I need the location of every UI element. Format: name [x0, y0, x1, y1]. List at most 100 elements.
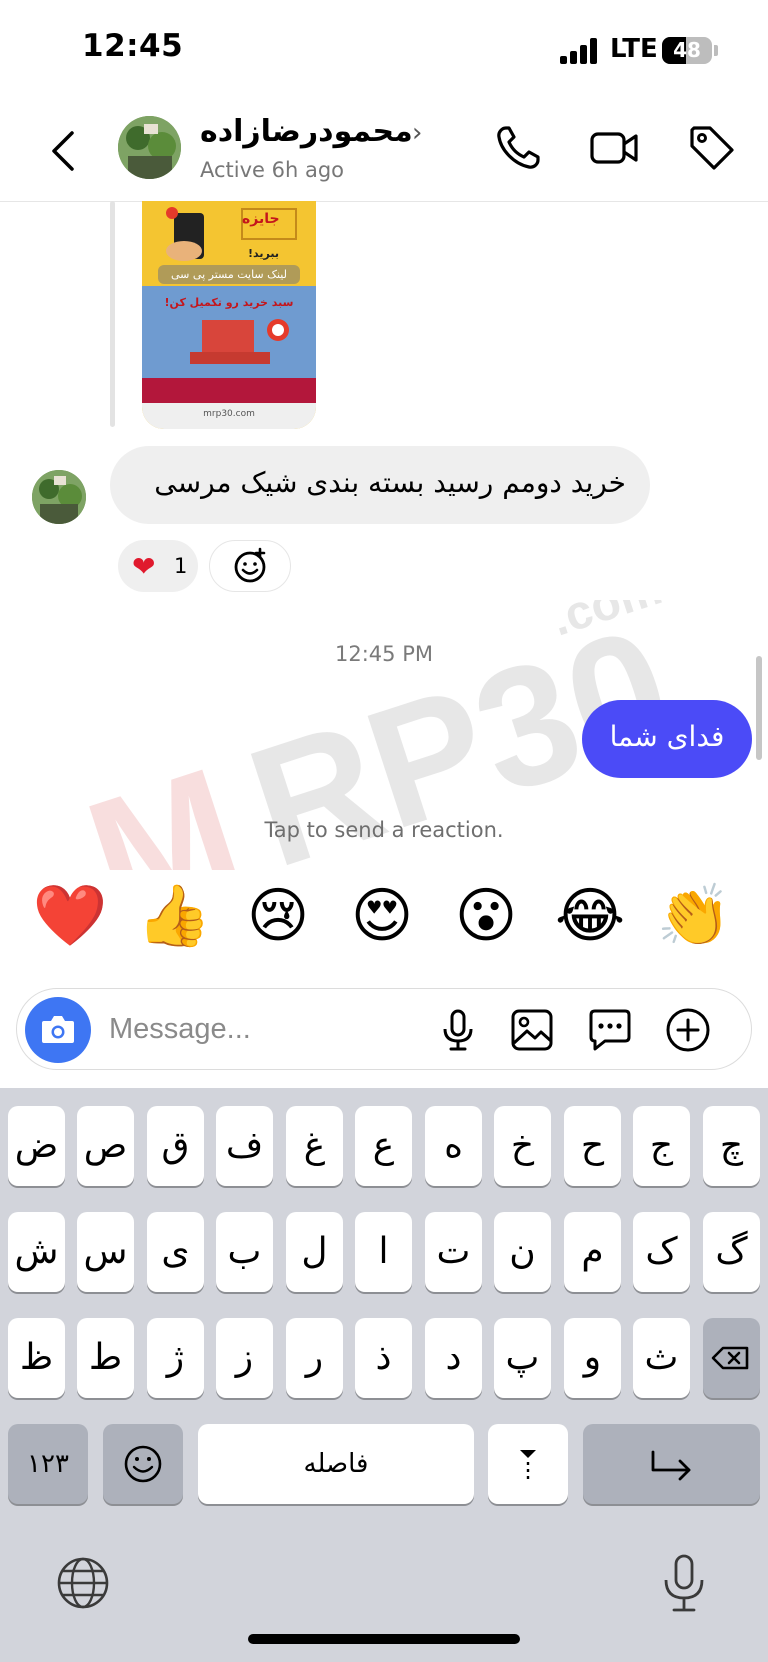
- shared-image-banner: جایزه ببرید! لینک سایت مستر پی سی: [142, 201, 316, 286]
- key[interactable]: ز: [216, 1318, 273, 1398]
- chat-header: محمودرضازاده › Active 6h ago: [0, 100, 768, 202]
- key[interactable]: و: [564, 1318, 621, 1398]
- battery-tip: [714, 45, 718, 56]
- key[interactable]: س: [77, 1212, 134, 1292]
- key[interactable]: پ: [494, 1318, 551, 1398]
- return-icon: [651, 1450, 691, 1481]
- key[interactable]: ا: [355, 1212, 412, 1292]
- contact-avatar[interactable]: [118, 116, 181, 179]
- globe-icon: [57, 1557, 109, 1609]
- message-input[interactable]: [109, 1001, 409, 1057]
- voice-message-button[interactable]: [435, 1007, 481, 1053]
- emoji-key[interactable]: [103, 1424, 183, 1504]
- backspace-icon: [711, 1346, 749, 1370]
- key[interactable]: ب: [216, 1212, 273, 1292]
- add-emoji-icon: [234, 547, 266, 583]
- numbers-key[interactable]: ۱۲۳: [8, 1424, 88, 1504]
- zwnj-icon: [520, 1450, 536, 1482]
- thumbs-up-reaction-button[interactable]: 👍: [134, 876, 214, 956]
- zwnj-key[interactable]: [488, 1424, 568, 1504]
- contact-name[interactable]: محمودرضازاده: [200, 114, 413, 149]
- video-call-button[interactable]: [588, 122, 640, 174]
- message-timestamp: 12:45 PM: [335, 642, 433, 666]
- key[interactable]: خ: [494, 1106, 551, 1186]
- laughing-reaction-button[interactable]: 😂: [550, 876, 630, 956]
- globe-key[interactable]: [54, 1554, 112, 1612]
- active-status: Active 6h ago: [200, 158, 345, 182]
- shared-image-url: mrp30.com: [142, 403, 316, 429]
- key[interactable]: ک: [633, 1212, 690, 1292]
- clapping-reaction-button[interactable]: 👏: [654, 876, 734, 956]
- heart-reaction-button[interactable]: ❤️: [30, 876, 110, 956]
- reaction-pill[interactable]: ❤ 1: [118, 540, 198, 592]
- key[interactable]: ح: [564, 1106, 621, 1186]
- key[interactable]: ج: [633, 1106, 690, 1186]
- microphone-icon: [664, 1554, 704, 1612]
- shared-post-image[interactable]: جایزه ببرید! لینک سایت مستر پی سی سبد خر…: [142, 201, 316, 429]
- prize-subtitle: ببرید!: [248, 247, 279, 260]
- reply-thread-line: [110, 201, 115, 427]
- key[interactable]: ع: [355, 1106, 412, 1186]
- key[interactable]: ه: [425, 1106, 482, 1186]
- key[interactable]: ن: [494, 1212, 551, 1292]
- key[interactable]: ت: [425, 1212, 482, 1292]
- heart-reaction-icon: ❤: [132, 550, 156, 583]
- key[interactable]: ل: [286, 1212, 343, 1292]
- outgoing-message-text: فدای شما: [609, 720, 725, 753]
- battery-level: 48: [673, 38, 701, 62]
- key[interactable]: ش: [8, 1212, 65, 1292]
- shared-image-footer: [142, 378, 316, 403]
- incoming-message-text: خرید دومم رسید بسته بندی شیک مرسی: [154, 466, 626, 499]
- space-key[interactable]: فاصله: [198, 1424, 474, 1504]
- key[interactable]: ط: [77, 1318, 134, 1398]
- heart-eyes-reaction-button[interactable]: 😍: [342, 876, 422, 956]
- sender-avatar[interactable]: [32, 470, 86, 524]
- incoming-message-bubble[interactable]: خرید دومم رسید بسته بندی شیک مرسی: [110, 446, 650, 524]
- key[interactable]: ض: [8, 1106, 65, 1186]
- sticker-button[interactable]: [587, 1007, 633, 1053]
- key[interactable]: ژ: [147, 1318, 204, 1398]
- phone-icon: [497, 126, 540, 169]
- reaction-hint: Tap to send a reaction.: [264, 818, 504, 842]
- crying-reaction-button[interactable]: 😢: [238, 876, 318, 956]
- surprised-reaction-button[interactable]: 😮: [446, 876, 526, 956]
- emoji-icon: [124, 1445, 162, 1483]
- avatar-image: [118, 116, 181, 179]
- return-key[interactable]: [583, 1424, 760, 1504]
- key[interactable]: چ: [703, 1106, 760, 1186]
- key[interactable]: غ: [286, 1106, 343, 1186]
- link-sticker[interactable]: لینک سایت مستر پی سی: [158, 265, 300, 284]
- key[interactable]: ف: [216, 1106, 273, 1186]
- back-icon: [52, 131, 74, 171]
- key[interactable]: گ: [703, 1212, 760, 1292]
- add-reaction-button[interactable]: [209, 540, 291, 592]
- key[interactable]: ص: [77, 1106, 134, 1186]
- image-icon: [511, 1009, 553, 1051]
- tag-button[interactable]: [686, 122, 738, 174]
- key[interactable]: ذ: [355, 1318, 412, 1398]
- gallery-button[interactable]: [509, 1007, 555, 1053]
- more-options-button[interactable]: [665, 1007, 711, 1053]
- key[interactable]: ر: [286, 1318, 343, 1398]
- key[interactable]: ق: [147, 1106, 204, 1186]
- avatar-image: [32, 470, 86, 524]
- camera-button[interactable]: [25, 997, 91, 1063]
- shared-image-cart-section: سبد خرید رو تکمیل کن!: [142, 286, 316, 378]
- dictation-key[interactable]: [654, 1550, 714, 1616]
- key[interactable]: ی: [147, 1212, 204, 1292]
- outgoing-message-bubble[interactable]: فدای شما: [582, 700, 752, 778]
- battery-icon: 48: [662, 37, 712, 64]
- scroll-indicator[interactable]: [756, 656, 762, 760]
- back-button[interactable]: [44, 127, 84, 175]
- network-label: LTE: [610, 34, 658, 64]
- key[interactable]: ظ: [8, 1318, 65, 1398]
- plus-circle-icon: [666, 1008, 710, 1052]
- reaction-count: 1: [174, 554, 188, 578]
- video-icon: [590, 132, 638, 164]
- key[interactable]: م: [564, 1212, 621, 1292]
- key[interactable]: د: [425, 1318, 482, 1398]
- home-indicator[interactable]: [248, 1634, 520, 1644]
- key[interactable]: ث: [633, 1318, 690, 1398]
- call-button[interactable]: [492, 122, 544, 174]
- delete-key[interactable]: [703, 1318, 760, 1398]
